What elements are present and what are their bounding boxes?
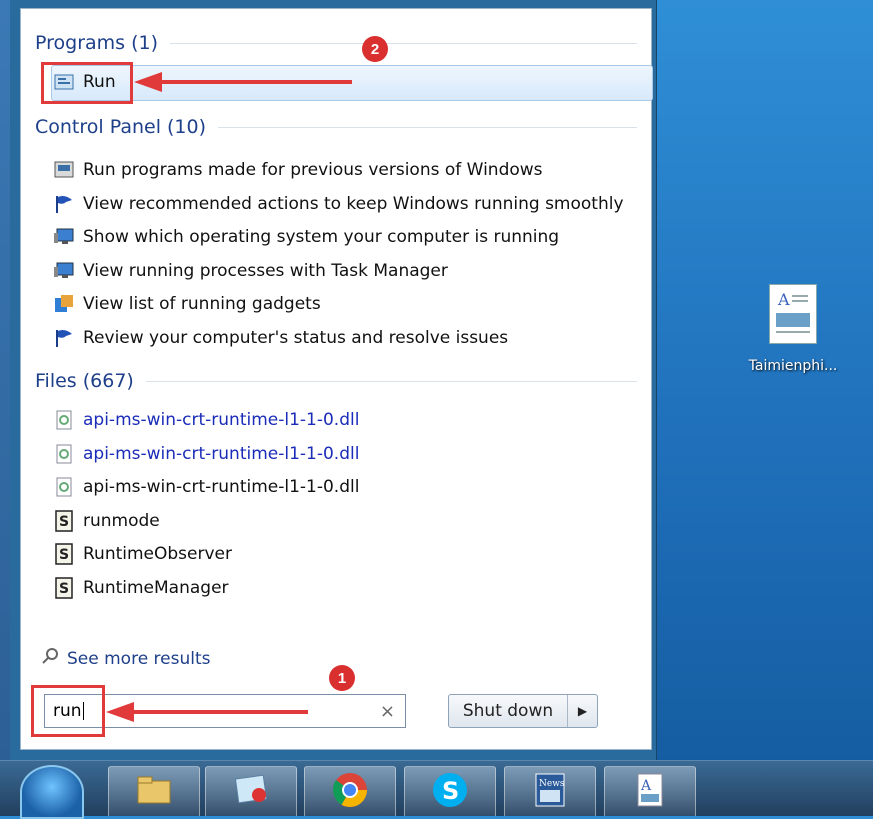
taskbar-button-skype[interactable]: S xyxy=(404,766,496,816)
control-panel-result[interactable]: View recommended actions to keep Windows… xyxy=(51,189,645,219)
monitor-icon xyxy=(51,260,77,282)
annotation-arrow-run xyxy=(134,72,352,92)
document-icon: A xyxy=(769,284,817,344)
photo-icon xyxy=(231,773,271,811)
file-result-label: api-ms-win-crt-runtime-l1-1-0.dll xyxy=(83,443,360,464)
shutdown-options-arrow-icon[interactable]: ▶ xyxy=(568,695,597,727)
divider xyxy=(145,380,637,382)
gadget-icon xyxy=(51,293,77,315)
document-icon: A xyxy=(630,770,670,814)
compat-icon xyxy=(51,159,77,181)
file-result[interactable]: S RuntimeManager xyxy=(51,573,645,603)
start-menu: Programs (1) Run Control Panel (10) Run … xyxy=(10,0,657,760)
clear-search-icon[interactable]: × xyxy=(380,701,395,722)
search-results-panel: Programs (1) Run Control Panel (10) Run … xyxy=(20,8,653,750)
monitor-icon xyxy=(51,226,77,248)
shutdown-label: Shut down xyxy=(449,695,568,727)
desktop-icon-document[interactable]: A Taimienphi... xyxy=(738,284,848,374)
control-panel-result[interactable]: Show which operating system your compute… xyxy=(51,222,645,252)
chrome-icon xyxy=(330,770,370,814)
flag-icon xyxy=(51,193,77,215)
svg-text:S: S xyxy=(442,777,459,805)
svg-text:News: News xyxy=(539,779,565,789)
skype-icon: S xyxy=(430,770,470,814)
annotation-badge-2: 2 xyxy=(362,36,388,62)
file-result-label: runmode xyxy=(83,510,160,531)
control-panel-result[interactable]: View running processes with Task Manager xyxy=(51,256,645,286)
svg-text:S: S xyxy=(59,514,69,530)
taskbar-button-explorer[interactable] xyxy=(108,766,200,816)
taskbar-button-news[interactable]: News xyxy=(504,766,596,816)
see-more-label: See more results xyxy=(67,648,211,669)
script-icon: S xyxy=(51,543,77,565)
control-panel-result-label: View recommended actions to keep Windows… xyxy=(83,193,624,214)
dll-icon xyxy=(51,443,77,465)
svg-text:A: A xyxy=(777,290,790,309)
windows-start-icon[interactable] xyxy=(20,765,84,819)
control-panel-result-label: Run programs made for previous versions … xyxy=(83,160,543,180)
taskbar-button-photo[interactable] xyxy=(205,766,297,816)
desktop-left-edge xyxy=(0,0,10,760)
control-panel-result-label: Show which operating system your compute… xyxy=(83,227,560,247)
annotation-box-run xyxy=(41,62,133,104)
see-more-results-link[interactable]: See more results xyxy=(41,647,211,670)
control-panel-result[interactable]: Review your computer's status and resolv… xyxy=(51,323,645,353)
script-icon: S xyxy=(51,576,77,599)
shutdown-button[interactable]: Shut down ▶ xyxy=(448,694,598,728)
taskbar-button-document[interactable]: A xyxy=(604,766,696,816)
group-header-label: Files (667) xyxy=(35,370,134,392)
explorer-icon xyxy=(134,773,174,811)
flag-icon xyxy=(51,327,77,349)
control-panel-result-label: View list of running gadgets xyxy=(83,294,321,314)
file-result-label: api-ms-win-crt-runtime-l1-1-0.dll xyxy=(83,410,360,430)
file-result-label: RuntimeObserver xyxy=(83,544,232,564)
file-result[interactable]: S RuntimeObserver xyxy=(51,539,645,569)
group-header-label: Programs (1) xyxy=(35,32,159,54)
file-result-label: api-ms-win-crt-runtime-l1-1-0.dll xyxy=(83,477,360,497)
svg-text:A: A xyxy=(640,778,652,794)
annotation-box-search xyxy=(31,685,105,737)
annotation-badge-1: 1 xyxy=(329,665,355,691)
control-panel-result-label: View running processes with Task Manager xyxy=(83,260,448,281)
group-header-files[interactable]: Files (667) xyxy=(35,369,637,393)
divider xyxy=(170,42,637,44)
news-icon: News xyxy=(530,770,570,814)
control-panel-result[interactable]: View list of running gadgets xyxy=(51,289,645,319)
group-header-control-panel[interactable]: Control Panel (10) xyxy=(35,115,637,139)
dll-icon xyxy=(51,409,77,431)
desktop-icon-label: Taimienphi... xyxy=(748,358,838,374)
svg-text:S: S xyxy=(59,547,69,563)
file-result-label: RuntimeManager xyxy=(83,577,229,598)
group-header-programs[interactable]: Programs (1) xyxy=(35,31,637,55)
divider xyxy=(218,126,637,128)
control-panel-result[interactable]: Run programs made for previous versions … xyxy=(51,155,645,185)
search-icon xyxy=(41,647,59,670)
svg-text:S: S xyxy=(59,581,69,597)
file-result[interactable]: Srunmode xyxy=(51,506,645,536)
control-panel-result-label: Review your computer's status and resolv… xyxy=(83,327,509,348)
annotation-arrow-search xyxy=(106,702,308,722)
taskbar-button-chrome[interactable] xyxy=(304,766,396,816)
file-result[interactable]: api-ms-win-crt-runtime-l1-1-0.dll xyxy=(51,472,645,502)
script-icon: S xyxy=(51,509,77,532)
file-result[interactable]: api-ms-win-crt-runtime-l1-1-0.dll xyxy=(51,439,645,469)
file-result[interactable]: api-ms-win-crt-runtime-l1-1-0.dll xyxy=(51,405,645,435)
dll-icon xyxy=(51,476,77,498)
group-header-label: Control Panel (10) xyxy=(35,116,207,138)
